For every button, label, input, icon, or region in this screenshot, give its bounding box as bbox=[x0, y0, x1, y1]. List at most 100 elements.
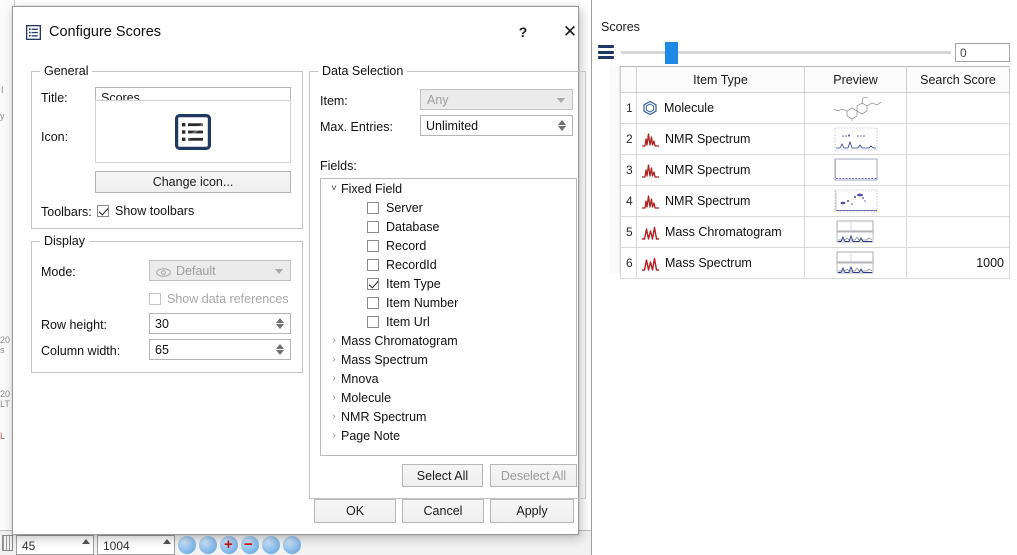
toolbar-info-icon[interactable] bbox=[178, 536, 196, 554]
recordid-checkbox[interactable] bbox=[367, 258, 379, 271]
scores-toolbar: 0 bbox=[592, 40, 1017, 66]
tree-label: Fixed Field bbox=[341, 181, 403, 196]
item-type-label: NMR Spectrum bbox=[665, 194, 751, 208]
tree-item-item-type[interactable]: Item Type bbox=[321, 274, 576, 293]
stepper-up-icon[interactable] bbox=[276, 344, 284, 349]
show-data-references-checkbox[interactable] bbox=[149, 293, 161, 305]
tree-group-mass-spectrum[interactable]: › Mass Spectrum bbox=[321, 350, 576, 369]
database-checkbox[interactable] bbox=[367, 220, 379, 233]
stepper-up-icon[interactable] bbox=[558, 120, 566, 125]
background-spinner-left[interactable]: 45 bbox=[16, 535, 94, 555]
column-header-rownum[interactable] bbox=[620, 66, 637, 93]
chevron-right-icon[interactable]: › bbox=[327, 335, 341, 346]
item-url-checkbox[interactable] bbox=[367, 315, 379, 328]
data-selection-group: Data Selection Item: Any Max. Entries: U… bbox=[309, 64, 586, 499]
help-button[interactable]: ? bbox=[508, 19, 538, 45]
cell-preview[interactable] bbox=[804, 154, 907, 186]
ok-button[interactable]: OK bbox=[314, 499, 396, 523]
chevron-down-icon[interactable]: ˅ bbox=[327, 183, 341, 194]
table-row[interactable]: 4 NMR Spectrum bbox=[620, 185, 1010, 217]
tree-item-record[interactable]: Record bbox=[321, 236, 576, 255]
toolbar-remove-icon[interactable]: − bbox=[241, 536, 259, 554]
score-threshold-slider[interactable] bbox=[621, 42, 951, 64]
server-checkbox[interactable] bbox=[367, 201, 379, 214]
toolbar-info-icon[interactable] bbox=[199, 536, 217, 554]
stepper-down-icon[interactable] bbox=[558, 126, 566, 131]
table-row[interactable]: 3 NMR Spectrum bbox=[620, 154, 1010, 186]
deselect-all-button[interactable]: Deselect All bbox=[490, 464, 577, 487]
molecule-structure-thumbnail bbox=[827, 95, 885, 122]
icon-preview[interactable] bbox=[95, 100, 291, 163]
table-row[interactable]: 1 Molecule bbox=[620, 92, 1010, 124]
scores-vertical-scrollbar[interactable] bbox=[609, 66, 620, 273]
tree-group-nmr-spectrum[interactable]: › NMR Spectrum bbox=[321, 407, 576, 426]
change-icon-button[interactable]: Change icon... bbox=[95, 171, 291, 193]
row-number: 1 bbox=[620, 92, 637, 124]
chevron-right-icon[interactable]: › bbox=[327, 430, 341, 441]
tree-item-recordid[interactable]: RecordId bbox=[321, 255, 576, 274]
background-spinner-right[interactable]: 1004 bbox=[97, 535, 175, 555]
table-row[interactable]: 5 Mass Chromatogram bbox=[620, 216, 1010, 248]
show-data-references-row[interactable]: Show data references bbox=[149, 292, 289, 306]
hamburger-icon[interactable] bbox=[598, 45, 614, 59]
tree-item-item-number[interactable]: Item Number bbox=[321, 293, 576, 312]
max-entries-stepper[interactable]: Unlimited bbox=[420, 115, 573, 136]
tree-item-database[interactable]: Database bbox=[321, 217, 576, 236]
show-toolbars-checkbox-row[interactable]: Show toolbars bbox=[97, 204, 194, 218]
toolbar-info-icon[interactable] bbox=[262, 536, 280, 554]
toolbar-info-icon[interactable] bbox=[283, 536, 301, 554]
row-height-stepper[interactable]: 30 bbox=[149, 313, 291, 334]
row-number: 4 bbox=[620, 185, 637, 217]
tree-item-item-url[interactable]: Item Url bbox=[321, 312, 576, 331]
chevron-down-icon[interactable] bbox=[557, 97, 565, 103]
cell-search-score bbox=[906, 216, 1010, 248]
item-dropdown[interactable]: Any bbox=[420, 89, 573, 110]
table-row[interactable]: 6 Mass Spectrum 1000 bbox=[620, 247, 1010, 279]
column-header-preview[interactable]: Preview bbox=[804, 66, 907, 93]
tree-group-page-note[interactable]: › Page Note bbox=[321, 426, 576, 445]
column-header-item-type[interactable]: Item Type bbox=[636, 66, 805, 93]
background-spinner-left-value: 45 bbox=[22, 539, 36, 553]
cell-preview[interactable] bbox=[804, 247, 907, 279]
tree-item-server[interactable]: Server bbox=[321, 198, 576, 217]
spinner-up-arrow-icon[interactable] bbox=[82, 539, 90, 544]
fields-tree[interactable]: ˅ Fixed Field Server Database Record Rec… bbox=[320, 178, 577, 456]
tree-group-mass-chromatogram[interactable]: › Mass Chromatogram bbox=[321, 331, 576, 350]
dialog-titlebar[interactable]: Configure Scores ? ✕ bbox=[13, 7, 578, 47]
chevron-right-icon[interactable]: › bbox=[327, 411, 341, 422]
select-all-button[interactable]: Select All bbox=[402, 464, 483, 487]
slider-handle[interactable] bbox=[665, 42, 678, 64]
apply-button[interactable]: Apply bbox=[490, 499, 574, 523]
chevron-down-icon[interactable] bbox=[275, 268, 283, 274]
table-row[interactable]: 2 NMR Spectrum bbox=[620, 123, 1010, 155]
stepper-down-icon[interactable] bbox=[276, 324, 284, 329]
stepper-up-icon[interactable] bbox=[276, 318, 284, 323]
cell-preview[interactable] bbox=[804, 216, 907, 248]
close-button[interactable]: ✕ bbox=[555, 19, 585, 45]
chevron-right-icon[interactable]: › bbox=[327, 392, 341, 403]
score-threshold-value[interactable]: 0 bbox=[955, 43, 1010, 62]
tree-group-fixed-field[interactable]: ˅ Fixed Field bbox=[321, 179, 576, 198]
cell-preview[interactable] bbox=[804, 92, 907, 124]
chevron-right-icon[interactable]: › bbox=[327, 373, 341, 384]
item-number-checkbox[interactable] bbox=[367, 296, 379, 309]
stepper-down-icon[interactable] bbox=[276, 350, 284, 355]
show-toolbars-checkbox[interactable] bbox=[97, 205, 109, 217]
cell-preview[interactable] bbox=[804, 123, 907, 155]
cell-item-type: Mass Chromatogram bbox=[636, 216, 805, 248]
mode-dropdown[interactable]: Default bbox=[149, 260, 291, 281]
record-checkbox[interactable] bbox=[367, 239, 379, 252]
max-entries-value: Unlimited bbox=[426, 118, 479, 133]
column-width-stepper[interactable]: 65 bbox=[149, 339, 291, 360]
tree-group-mnova[interactable]: › Mnova bbox=[321, 369, 576, 388]
display-group-legend: Display bbox=[40, 234, 89, 248]
cancel-button[interactable]: Cancel bbox=[402, 499, 484, 523]
chevron-right-icon[interactable]: › bbox=[327, 354, 341, 365]
tree-group-molecule[interactable]: › Molecule bbox=[321, 388, 576, 407]
toolbar-grip-handle[interactable] bbox=[2, 535, 13, 551]
spinner-up-arrow-icon[interactable] bbox=[163, 539, 171, 544]
column-header-search-score[interactable]: Search Score bbox=[906, 66, 1010, 93]
item-type-checkbox[interactable] bbox=[367, 277, 379, 290]
toolbar-add-icon[interactable]: + bbox=[220, 536, 238, 554]
cell-preview[interactable] bbox=[804, 185, 907, 217]
